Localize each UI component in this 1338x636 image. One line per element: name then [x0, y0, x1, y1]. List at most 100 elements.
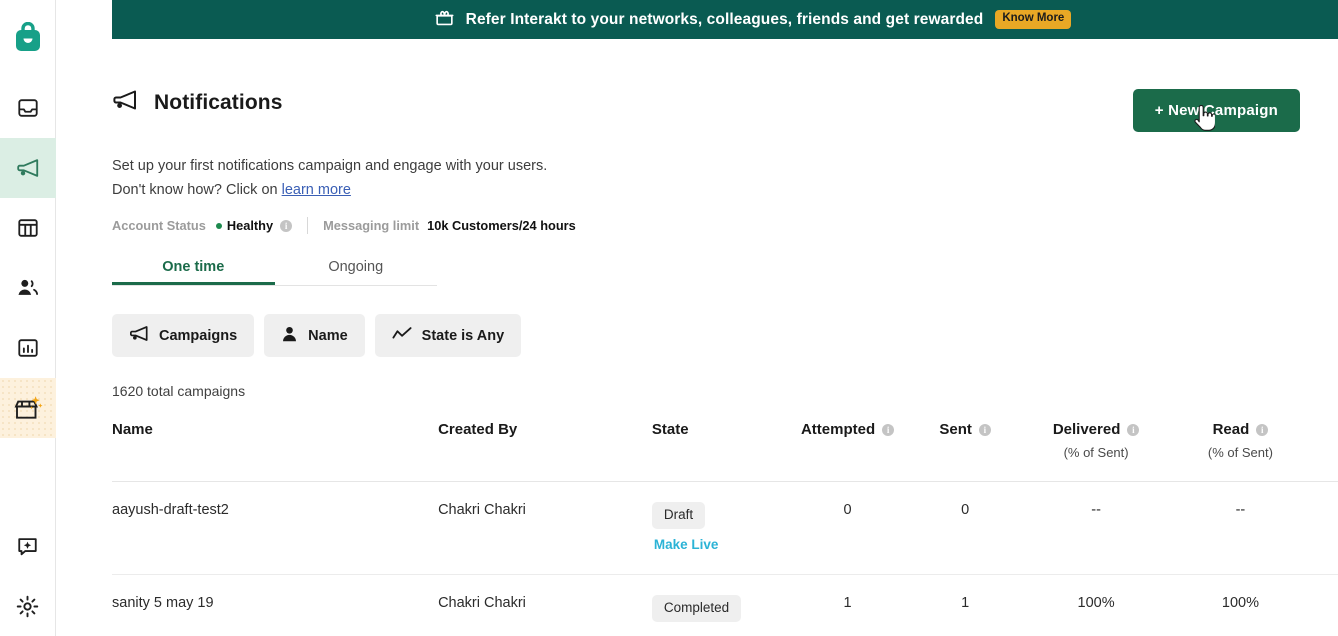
layout-icon — [17, 217, 39, 239]
filter-name-button[interactable]: Name — [264, 314, 365, 358]
banner-text: Refer Interakt to your networks, colleag… — [465, 10, 984, 28]
inbox-icon — [17, 97, 39, 119]
filter-campaigns-label: Campaigns — [159, 327, 238, 344]
gear-icon — [16, 595, 39, 618]
sidebar-bottom-group — [0, 516, 56, 636]
users-icon — [16, 277, 40, 299]
app-logo[interactable] — [0, 0, 56, 78]
tab-one-time[interactable]: One time — [112, 251, 275, 285]
cell-delivered: 100% — [1023, 574, 1169, 636]
column-header-replied-inner: Replied i — [1313, 421, 1338, 438]
campaign-type-tabs: One time Ongoing — [112, 251, 438, 287]
account-meta-row: Account Status Healthy i Messaging limit… — [112, 217, 1338, 235]
cell-replied: -- — [1312, 481, 1338, 576]
info-icon[interactable]: i — [978, 423, 991, 436]
column-header-created-by-inner: Created By — [438, 421, 652, 438]
cell-created-by: Chakri Chakri — [438, 574, 652, 636]
chat-sparkle-icon — [16, 535, 39, 557]
filter-state-label: State is Any — [421, 327, 505, 344]
column-header-read-inner: Read i — [1168, 421, 1312, 438]
cell-state: Draft Make Live — [651, 481, 789, 576]
column-header-sent-inner: Sent i — [906, 421, 1024, 438]
info-icon[interactable]: i — [1256, 423, 1269, 436]
cell-created-by: Chakri Chakri — [438, 481, 652, 576]
table-body: aayush-draft-test2 Chakri Chakri Draft M… — [112, 481, 1338, 636]
campaigns-table-wrap: Name Created By State Attempted i Sent i… — [112, 421, 1338, 636]
sidebar-item-feedback[interactable] — [0, 516, 56, 576]
subtitle-line-1: Set up your first notifications campaign… — [112, 158, 548, 174]
column-label: Created By — [438, 421, 518, 439]
status-badge: Draft — [651, 502, 706, 530]
referral-banner: Refer Interakt to your networks, colleag… — [112, 0, 1338, 39]
table-row[interactable]: sanity 5 may 19 Chakri Chakri Completed … — [112, 574, 1338, 636]
total-campaigns-count: 1620 total campaigns — [112, 383, 246, 400]
meta-divider — [307, 217, 309, 235]
make-live-link[interactable]: Make Live — [654, 537, 789, 552]
column-header-created-by[interactable]: Created By — [438, 421, 652, 483]
campaigns-table: Name Created By State Attempted i Sent i… — [112, 421, 1338, 636]
sidebar-item-storefront[interactable] — [0, 378, 56, 438]
filter-state-button[interactable]: State is Any — [374, 314, 522, 358]
sidebar-item-notifications[interactable] — [0, 138, 56, 198]
page-content: Notifications + New Campaign Set up your… — [56, 39, 1338, 636]
column-label: State — [651, 421, 689, 439]
megaphone-icon — [129, 325, 149, 346]
column-header-attempted[interactable]: Attempted i — [788, 421, 907, 483]
column-header-state[interactable]: State — [651, 421, 789, 483]
left-sidebar — [0, 0, 56, 636]
status-dot-icon — [215, 222, 222, 229]
account-status-label: Account Status — [112, 218, 206, 234]
sidebar-item-settings[interactable] — [0, 576, 56, 636]
column-label: Name — [112, 421, 153, 439]
learn-more-link[interactable]: learn more — [282, 182, 351, 198]
app-root: Refer Interakt to your networks, colleag… — [0, 0, 1338, 636]
store-sparkle-icon — [13, 394, 43, 422]
page-title: Notifications — [154, 90, 283, 114]
column-header-name[interactable]: Name — [112, 421, 439, 483]
sidebar-item-analytics[interactable] — [0, 318, 56, 378]
cell-state: Completed — [651, 574, 789, 636]
info-icon[interactable]: i — [882, 423, 895, 436]
info-icon[interactable]: i — [280, 219, 293, 232]
cell-read: 100% — [1168, 574, 1313, 636]
column-sublabel: (% of Sent) — [1313, 445, 1338, 460]
cell-sent: 1 — [906, 574, 1024, 636]
cell-sent: 0 — [906, 481, 1024, 576]
table-head: Name Created By State Attempted i Sent i… — [112, 421, 1338, 483]
cell-read: -- — [1168, 481, 1313, 576]
cell-replied: 100% — [1312, 574, 1338, 636]
messaging-limit-value: 10k Customers/24 hours — [427, 218, 576, 234]
cell-attempted: 0 — [788, 481, 907, 576]
column-header-replied[interactable]: Replied i (% of Sent) — [1312, 421, 1338, 483]
subtitle-prefix: Don't know how? Click on — [112, 181, 282, 198]
title-group: Notifications — [112, 89, 282, 116]
column-header-delivered[interactable]: Delivered i (% of Sent) — [1023, 421, 1169, 483]
column-header-delivered-inner: Delivered i — [1024, 421, 1168, 438]
table-row[interactable]: aayush-draft-test2 Chakri Chakri Draft M… — [112, 481, 1338, 576]
tab-ongoing[interactable]: Ongoing — [275, 251, 438, 285]
column-label: Attempted — [800, 421, 876, 439]
cell-campaign-name[interactable]: aayush-draft-test2 — [112, 481, 439, 576]
column-header-sent[interactable]: Sent i — [906, 421, 1024, 483]
sidebar-item-inbox[interactable] — [0, 78, 56, 138]
new-campaign-button[interactable]: + New Campaign — [1132, 89, 1300, 132]
status-badge: Completed — [651, 595, 742, 622]
sidebar-item-templates[interactable] — [0, 198, 56, 258]
banner-content: Refer Interakt to your networks, colleag… — [435, 8, 1072, 32]
person-icon — [281, 325, 298, 347]
column-header-read[interactable]: Read i (% of Sent) — [1168, 421, 1313, 483]
gift-icon — [435, 8, 454, 32]
main-region: Refer Interakt to your networks, colleag… — [56, 0, 1338, 636]
filter-campaigns-button[interactable]: Campaigns — [112, 314, 255, 358]
account-status-value: Healthy — [226, 218, 274, 234]
column-header-attempted-inner: Attempted i — [789, 421, 907, 438]
sidebar-item-contacts[interactable] — [0, 258, 56, 318]
info-icon[interactable]: i — [1127, 423, 1140, 436]
column-label: Sent — [939, 421, 972, 439]
subtitle-line-2: Don't know how? Click on learn more — [112, 179, 1338, 203]
column-label: Delivered — [1052, 421, 1121, 439]
cell-campaign-name[interactable]: sanity 5 may 19 — [112, 574, 439, 636]
know-more-button[interactable]: Know More — [995, 10, 1072, 29]
messaging-limit-label: Messaging limit — [323, 218, 420, 234]
column-sublabel: (% of Sent) — [1063, 445, 1129, 461]
